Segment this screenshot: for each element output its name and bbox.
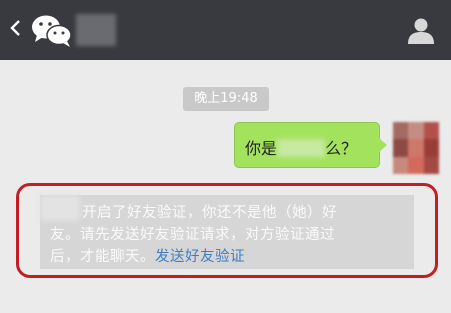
message-timestamp: 晚上19:48 (183, 87, 269, 111)
highlight-annotation-box (16, 183, 438, 278)
outgoing-message-bubble[interactable]: 你是 么？ (234, 122, 387, 168)
message-text-after: 么？ (325, 139, 358, 158)
contact-name-redacted (76, 14, 116, 46)
back-chevron-icon[interactable] (8, 16, 24, 40)
outgoing-message-text: 你是 么？ (245, 135, 357, 159)
contact-profile-icon[interactable] (407, 16, 435, 44)
chat-title-bar (0, 0, 451, 60)
user-avatar[interactable] (393, 122, 439, 174)
wechat-logo-icon (32, 15, 72, 47)
message-text-before: 你是 (245, 139, 278, 158)
redacted-text (277, 139, 326, 157)
